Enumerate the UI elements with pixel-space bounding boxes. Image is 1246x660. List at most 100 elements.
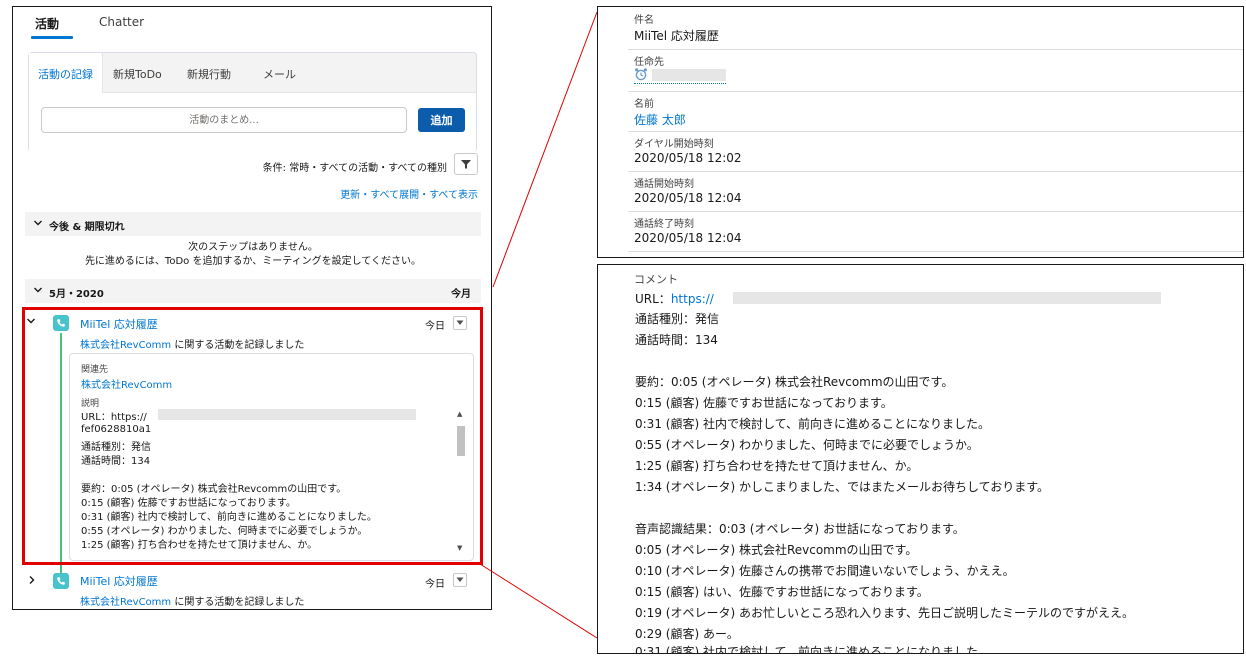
tab-chatter[interactable]: Chatter	[99, 15, 144, 29]
field-value: MiiTel 応対履歴	[634, 29, 719, 43]
comment-line: 0:15 (顧客) 佐藤ですお世話になっております。	[635, 396, 893, 410]
call-icon	[53, 315, 69, 331]
account-link[interactable]: 株式会社RevComm	[80, 597, 171, 608]
no-next-steps-message: 次のステップはありません。 先に進めるには、ToDo を追加するか、ミーティング…	[25, 241, 481, 269]
scroll-thumb[interactable]	[457, 426, 465, 456]
activity-summary-input[interactable]	[41, 107, 407, 133]
field-label: ダイヤル開始時刻	[634, 139, 714, 150]
tab-email[interactable]: メール	[263, 66, 296, 82]
comment-line: 0:10 (オペレータ) 佐藤さんの携帯でお間違いないでしょう、かええ。	[635, 564, 1015, 578]
item-menu-button[interactable]	[453, 316, 467, 330]
chevron-right-icon[interactable]	[27, 575, 37, 588]
comment-line: 通話種別：発信	[635, 312, 720, 326]
description-line: 通話種別：発信	[81, 442, 151, 453]
field-value[interactable]: 佐藤 太郎	[634, 111, 686, 128]
activity-tabs: 活動 Chatter	[13, 7, 491, 39]
dial-start-field: ダイヤル開始時刻 2020/05/18 12:02	[628, 131, 1243, 171]
active-tab-indicator	[31, 36, 73, 39]
name-field: 名前 佐藤 太郎	[628, 91, 1243, 131]
tab-activity[interactable]: 活動	[35, 15, 59, 32]
redacted-block	[652, 69, 726, 81]
comment-line: 要約：0:05 (オペレータ) 株式会社Revcommの山田です。	[635, 375, 954, 389]
activity-panel: 活動 Chatter 活動の記録 新規ToDo 新規行動 メール 追加 条件: …	[12, 6, 492, 610]
redacted-block	[158, 409, 416, 420]
description-line: 要約：0:05 (オペレータ) 株式会社Revcommの山田です。	[81, 484, 347, 495]
upcoming-section-label: 今後 & 期限切れ	[49, 222, 125, 233]
link-separator: ・	[419, 190, 430, 201]
tab-new-todo[interactable]: 新規ToDo	[113, 66, 162, 82]
comment-line: 0:05 (オペレータ) 株式会社Revcommの山田です。	[635, 543, 918, 557]
activity-composer: 活動の記録 新規ToDo 新規行動 メール 追加	[28, 52, 477, 153]
composer-body: 追加	[29, 93, 476, 153]
scroll-up-icon[interactable]: ▲	[457, 410, 462, 418]
description-line: 通話時間：134	[81, 456, 151, 467]
add-button[interactable]: 追加	[418, 108, 465, 132]
field-label: 件名	[634, 15, 654, 26]
call-start-field: 通話開始時刻 2020/05/18 12:04	[628, 171, 1243, 211]
activity-item-subtitle: 株式会社RevComm に関する活動を記録しました	[80, 336, 304, 351]
filter-button[interactable]	[454, 153, 478, 175]
chevron-down-icon	[33, 218, 43, 231]
comment-line: 通話時間：134	[635, 333, 718, 347]
url-link[interactable]: https://	[671, 292, 714, 306]
comment-line: 0:31 (顧客) 社内で検討して、前向きに進めることになりました。	[635, 645, 990, 654]
field-label: 通話開始時刻	[634, 179, 694, 190]
timeline-line	[60, 333, 62, 588]
call-record-fields: 件名 MiiTel 応対履歴 任命先 名前 佐藤 太郎 ダイヤル開始時刻 202…	[597, 6, 1244, 258]
field-value: 2020/05/18 12:02	[634, 151, 742, 165]
month-section-label: 5月・2020	[49, 289, 104, 300]
activity-item-date: 今日	[425, 579, 445, 590]
description-line: fef0628810a1	[81, 424, 152, 435]
description-line: 0:55 (オペレータ) わかりました、何時までに必要でしょうか。	[81, 526, 368, 537]
comment-panel: コメント URL：https:// 通話種別：発信 通話時間：134 要約：0:…	[597, 264, 1244, 654]
caret-down-icon	[456, 320, 464, 325]
empty-message-line: 次のステップはありません。	[188, 242, 318, 253]
activity-item-title[interactable]: MiiTel 応対履歴	[80, 573, 158, 589]
activity-item-subtitle: 株式会社RevComm に関する活動を記録しました	[80, 593, 304, 608]
field-label: 任命先	[634, 57, 664, 68]
url-prefix: URL：	[635, 292, 671, 306]
description-line: 0:15 (顧客) 佐藤ですお世話になっております。	[81, 498, 296, 509]
item-menu-button[interactable]	[453, 573, 467, 587]
subject-field: 件名 MiiTel 応対履歴	[628, 7, 1243, 47]
comment-line: 0:55 (オペレータ) わかりました、何時までに必要でしょうか。	[635, 438, 979, 452]
refresh-link[interactable]: 更新	[340, 190, 360, 201]
field-value: 2020/05/18 12:04	[634, 191, 742, 205]
activity-item-date: 今日	[425, 321, 445, 332]
field-label: 通話終了時刻	[634, 219, 694, 230]
view-all-link[interactable]: すべて表示	[429, 190, 478, 201]
this-month-label: 今月	[451, 289, 471, 300]
activity-item-title[interactable]: MiiTel 応対履歴	[80, 316, 158, 332]
field-divider	[628, 251, 1243, 252]
upcoming-section-header[interactable]: 今後 & 期限切れ	[25, 212, 481, 236]
account-link[interactable]: 株式会社RevComm	[80, 340, 171, 351]
assigned-link-underline[interactable]	[634, 83, 726, 84]
composer-tabs: 活動の記録 新規ToDo 新規行動 メール	[29, 53, 476, 93]
related-to-value[interactable]: 株式会社RevComm	[81, 376, 172, 391]
assigned-to-field: 任命先	[628, 49, 1243, 89]
field-label: 名前	[634, 99, 654, 110]
comment-line: 0:19 (オペレータ) あお忙しいところ恐れ入ります、先日ご説明したミーテルの…	[635, 606, 1134, 620]
comment-line: 0:29 (顧客) あー。	[635, 627, 739, 641]
filter-text: 条件: 常時・すべての活動・すべての種別	[262, 163, 447, 174]
alarm-clock-icon	[635, 68, 647, 81]
activity-detail: 関連先 株式会社RevComm 説明 URL：https:// fef06288…	[69, 353, 474, 561]
tab-log-activity[interactable]: 活動の記録	[38, 66, 93, 82]
description-line: 0:31 (顧客) 社内で検討して、前向きに進めることになりました。	[81, 512, 377, 523]
caret-down-icon	[456, 577, 464, 582]
related-to-label: 関連先	[81, 365, 109, 375]
link-separator: ・	[360, 190, 371, 201]
expand-all-link[interactable]: すべて展開	[370, 190, 419, 201]
chevron-down-icon	[33, 285, 43, 298]
description-scrollbar[interactable]: ▲ ▼	[455, 406, 467, 554]
comment-line: 1:25 (顧客) 打ち合わせを持たせて頂けません、か。	[635, 459, 919, 473]
chevron-down-icon[interactable]	[26, 316, 36, 329]
comment-line: 0:15 (顧客) はい、佐藤ですお世話になっております。	[635, 585, 929, 599]
tab-new-event[interactable]: 新規行動	[187, 66, 231, 82]
month-section-header[interactable]: 5月・2020 今月	[25, 279, 481, 303]
description-line: URL：https://	[81, 412, 147, 423]
comment-line: 1:34 (オペレータ) かしこまりました、ではまたメールお待ちしております。	[635, 480, 1050, 494]
scroll-down-icon[interactable]: ▼	[457, 544, 462, 552]
subtitle-text: に関する活動を記録しました	[171, 340, 305, 351]
redacted-block	[733, 292, 1161, 304]
